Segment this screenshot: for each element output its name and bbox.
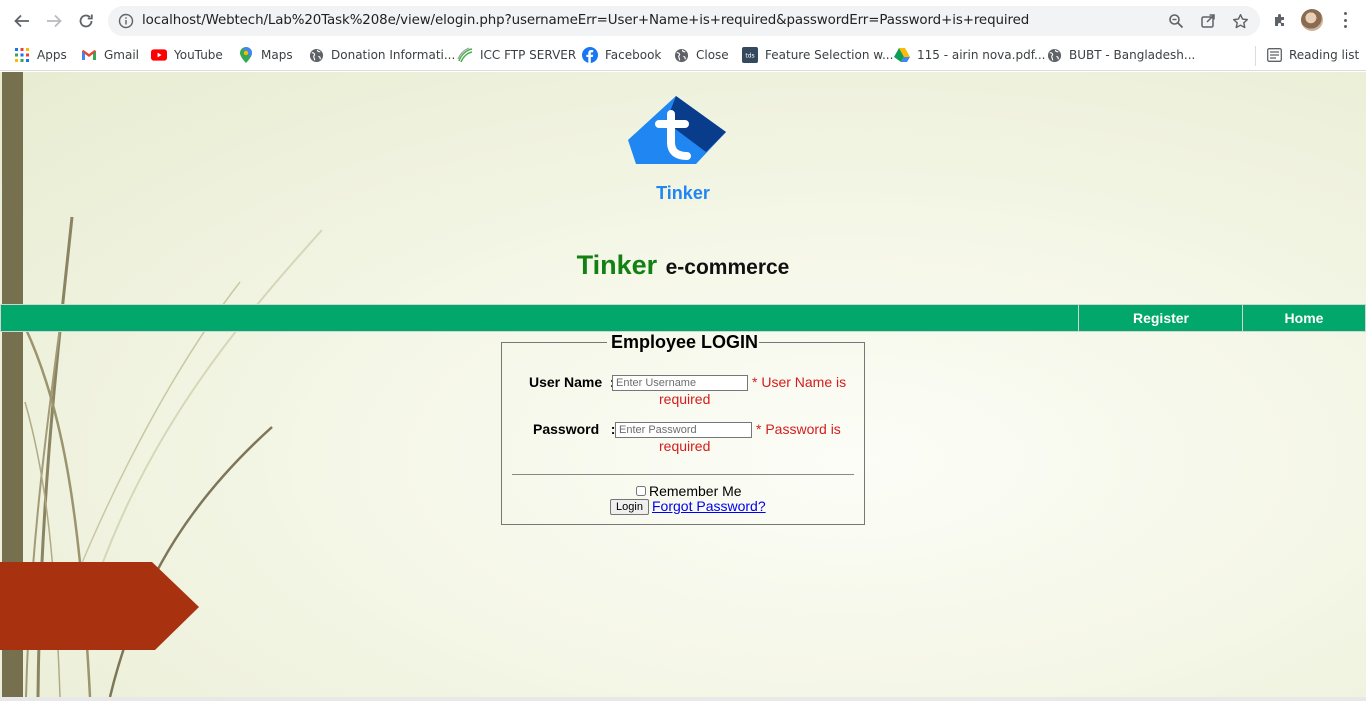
reading-list-icon (1266, 47, 1282, 63)
grass-decoration (0, 216, 323, 697)
bookmark-label: Facebook (605, 48, 662, 62)
form-separator (512, 474, 854, 475)
bookmark-apps[interactable]: Apps (14, 45, 67, 65)
reload-button[interactable] (73, 8, 99, 34)
bookmark-feature-selection[interactable]: tds Feature Selection w... (742, 45, 893, 65)
bookmark-label: Feature Selection w... (765, 48, 894, 62)
remember-me[interactable]: Remember Me (636, 483, 742, 499)
bookmark-label: YouTube (174, 48, 223, 62)
reading-list-button[interactable]: Reading list (1266, 45, 1359, 65)
username-label: User Name : (529, 374, 615, 390)
nav-register-link[interactable]: Register (1078, 305, 1243, 331)
bookmark-maps[interactable]: Maps (238, 45, 293, 65)
page-content: Tinker Tinker e-commerce Register Home E… (0, 72, 1366, 697)
password-input[interactable] (615, 422, 752, 438)
forward-button[interactable] (41, 8, 67, 34)
bookmark-label: Close (696, 48, 729, 62)
tinker-logo: Tinker (626, 92, 732, 204)
bookmark-facebook[interactable]: Facebook (582, 45, 661, 65)
globe-icon (673, 47, 689, 63)
login-button[interactable]: Login (610, 499, 649, 515)
share-icon[interactable] (1198, 11, 1218, 31)
bookmark-youtube[interactable]: YouTube (151, 45, 223, 65)
back-button[interactable] (9, 8, 35, 34)
bookmarks-bar: Apps Gmail YouTube Maps Donation Informa… (0, 40, 1366, 71)
globe-icon (308, 47, 324, 63)
browser-toolbar: localhost/Webtech/Lab%20Task%208e/view/e… (0, 0, 1366, 40)
url-text[interactable]: localhost/Webtech/Lab%20Task%208e/view/e… (142, 13, 1029, 28)
main-navbar: Register Home (0, 304, 1366, 332)
bookmark-close[interactable]: Close (673, 45, 729, 65)
back-arrow-icon (14, 14, 29, 28)
svg-text:tds: tds (745, 53, 754, 60)
facebook-icon (582, 47, 598, 63)
bookmark-drive-pdf[interactable]: 115 - airin nova.pdf... (894, 45, 1045, 65)
forward-arrow-icon (47, 14, 62, 28)
password-label: Password : (533, 421, 616, 437)
logo-text: Tinker (656, 183, 710, 203)
bookmark-donation[interactable]: Donation Informati... (308, 45, 455, 65)
login-legend: Employee LOGIN (611, 332, 759, 352)
address-bar[interactable]: localhost/Webtech/Lab%20Task%208e/view/e… (108, 6, 1260, 36)
username-error-line1: * User Name is (752, 374, 847, 390)
bookmark-bubt[interactable]: BUBT - Bangladesh... (1046, 45, 1195, 65)
bookmark-label: 115 - airin nova.pdf... (917, 48, 1046, 62)
drive-icon (894, 47, 910, 63)
password-error-line2: required (659, 438, 711, 454)
username-error-line2: required (659, 391, 711, 407)
icc-icon (457, 47, 473, 63)
site-title: Tinker e-commerce (0, 250, 1366, 281)
reload-icon (79, 14, 93, 28)
browser-menu-icon[interactable] (1338, 10, 1352, 30)
bookmark-star-icon[interactable] (1230, 11, 1250, 31)
bookmark-label: Apps (37, 48, 67, 62)
extensions-puzzle-icon[interactable] (1269, 9, 1291, 31)
globe-icon (1046, 47, 1062, 63)
youtube-icon (151, 47, 167, 63)
nav-home-link[interactable]: Home (1242, 305, 1365, 331)
bookmarks-divider (1255, 46, 1256, 66)
username-input[interactable] (612, 375, 748, 391)
bookmark-label: ICC FTP SERVER (480, 48, 577, 62)
remember-me-checkbox[interactable] (636, 486, 646, 496)
bookmark-label: Maps (261, 48, 293, 62)
gmail-icon (81, 47, 97, 63)
bookmark-label: Donation Informati... (331, 48, 456, 62)
password-error-line1: * Password is (756, 421, 841, 437)
tds-icon: tds (742, 47, 758, 63)
forgot-password-link[interactable]: Forgot Password? (652, 498, 766, 514)
bookmark-label: BUBT - Bangladesh... (1069, 48, 1196, 62)
site-info-icon[interactable] (118, 13, 134, 34)
horizontal-scrollbar[interactable] (0, 697, 1366, 701)
bookmark-gmail[interactable]: Gmail (81, 45, 139, 65)
reading-list-label: Reading list (1289, 48, 1360, 62)
brand-tagline: e-commerce (665, 256, 790, 279)
apps-grid-icon (14, 47, 30, 63)
bookmark-label: Gmail (104, 48, 140, 62)
brand-name: Tinker (576, 250, 658, 280)
profile-avatar[interactable] (1301, 9, 1323, 31)
maps-icon (238, 47, 254, 63)
bookmark-icc-ftp[interactable]: ICC FTP SERVER (457, 45, 576, 65)
remember-me-label: Remember Me (649, 483, 742, 499)
zoom-icon[interactable] (1166, 11, 1186, 31)
